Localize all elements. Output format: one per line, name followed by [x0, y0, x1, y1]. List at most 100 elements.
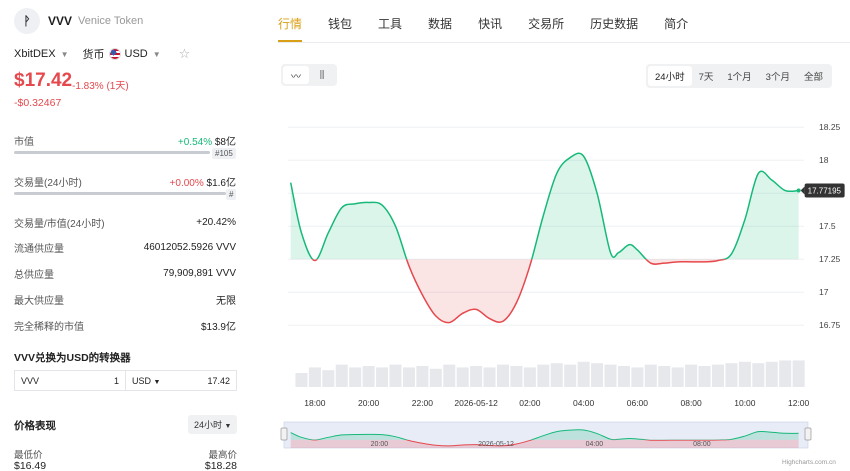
- tabs-divider: [278, 42, 850, 43]
- candlestick-chart-icon[interactable]: ⫼: [309, 66, 335, 84]
- x-tick-label: 06:00: [627, 398, 649, 408]
- range-1[interactable]: 7天: [692, 66, 721, 86]
- converter-to-amount[interactable]: 17.42: [207, 376, 230, 386]
- volume-bar: [738, 361, 751, 387]
- x-tick-label: 20:00: [358, 398, 380, 408]
- y-tick-label: 17: [819, 287, 829, 297]
- stat-value: 46012052.5926 VVV: [143, 242, 236, 253]
- current-price: $17.42: [14, 70, 73, 91]
- stat-label: 总供应量: [14, 270, 54, 281]
- y-tick-label: 16.75: [819, 320, 841, 330]
- chart-type-toggle: 〰 ⫼: [281, 64, 337, 86]
- navigator-tick-label: 04:00: [586, 441, 604, 448]
- tab-0[interactable]: 行情: [278, 0, 303, 42]
- navigator-tick-label: 08:00: [693, 441, 711, 448]
- volume-bar: [779, 360, 792, 387]
- range-3[interactable]: 3个月: [759, 66, 797, 86]
- stat-value: 无限: [216, 296, 236, 307]
- navigator-handle[interactable]: [280, 427, 288, 441]
- current-point: [796, 188, 801, 193]
- price-chart[interactable]: 16.751717.2517.517.751818.2517.7719518:0…: [278, 100, 850, 462]
- performance-title: 价格表现: [14, 420, 56, 432]
- token-symbol: VVV: [48, 14, 73, 28]
- volume-bar: [376, 367, 389, 387]
- stat-change: +0.00%: [169, 178, 204, 189]
- volume-bar: [685, 364, 698, 387]
- volume-bar: [564, 364, 577, 387]
- stat-value: $8亿: [214, 137, 236, 148]
- volume-rank-badge: #: [226, 189, 237, 200]
- volume-bar: [792, 360, 805, 387]
- volume-bar: [765, 361, 778, 387]
- volume-bar: [644, 364, 657, 387]
- tab-6[interactable]: 历史数据: [590, 0, 638, 42]
- tab-2[interactable]: 工具: [378, 0, 402, 42]
- volume-bar: [483, 367, 496, 387]
- stat-vol-mcap: 交易量/市值(24小时) +20.42%: [14, 215, 236, 230]
- high-value: $18.28: [204, 460, 237, 471]
- token-header: ᚹ VVV Venice Token: [14, 8, 143, 34]
- exchange-caret-icon[interactable]: ▼: [61, 50, 69, 59]
- stat-volume: 交易量(24小时) +0.00% $1.6亿: [14, 174, 236, 189]
- price-change-percent: -1.83% (1天): [72, 81, 129, 92]
- tab-5[interactable]: 交易所: [528, 0, 564, 42]
- volume-bar: [429, 368, 442, 387]
- tab-4[interactable]: 快讯: [478, 0, 502, 42]
- stat-value: $13.9亿: [200, 322, 236, 333]
- volume-bar: [712, 364, 724, 387]
- converter-to-symbol[interactable]: USD: [132, 376, 151, 386]
- volume-bar: [349, 367, 362, 387]
- stat-label: 交易量/市值(24小时): [14, 219, 105, 230]
- volume-bar: [510, 366, 523, 387]
- navigator-tick-label: 2026-05-12: [478, 441, 514, 448]
- chart-credits: Highcharts.com.cn: [782, 459, 836, 466]
- stat-change: +0.54%: [177, 137, 213, 148]
- tab-7[interactable]: 简介: [664, 0, 688, 42]
- converter-from-amount[interactable]: 1: [114, 376, 119, 386]
- converter-title: VVV兑换为USD的转换器: [14, 352, 131, 364]
- y-tick-label: 18.25: [819, 122, 841, 132]
- y-tick-label: 18: [819, 155, 829, 165]
- navigator-handle[interactable]: [804, 427, 812, 441]
- volume-bar: [335, 364, 348, 387]
- market-cap-bar: [14, 151, 210, 154]
- favorite-star-icon[interactable]: ☆: [179, 46, 191, 62]
- converter-from-symbol: VVV: [21, 375, 40, 386]
- low-label: 最低价: [14, 450, 43, 461]
- currency-label: 货币: [82, 49, 105, 61]
- volume-bar: [443, 364, 456, 387]
- volume-bar: [416, 366, 429, 387]
- volume-bar: [523, 367, 536, 387]
- range-0[interactable]: 24小时: [648, 66, 692, 86]
- tab-3[interactable]: 数据: [428, 0, 452, 42]
- volume-bar: [389, 364, 402, 387]
- currency-caret-icon[interactable]: ▼: [153, 50, 161, 59]
- converter-caret-icon[interactable]: ▼: [154, 379, 161, 386]
- volume-bar: [550, 363, 563, 387]
- exchange-selector[interactable]: XbitDEX: [14, 48, 56, 60]
- volume-bar: [591, 363, 604, 387]
- currency-selector[interactable]: USD: [125, 48, 148, 60]
- token-name: Venice Token: [78, 15, 144, 27]
- volume-bar: [456, 367, 469, 387]
- performance-caret-icon: ▼: [224, 423, 232, 430]
- volume-bar: [617, 366, 630, 387]
- tab-1[interactable]: 钱包: [328, 0, 352, 42]
- stat-label: 流通供应量: [14, 244, 64, 255]
- x-tick-label: 08:00: [680, 398, 702, 408]
- x-tick-label: 22:00: [412, 398, 434, 408]
- main-tabs: 行情 钱包 工具 数据 快讯 交易所 历史数据 简介: [278, 0, 714, 42]
- line-chart-icon[interactable]: 〰: [283, 66, 309, 84]
- stat-value: +20.42%: [196, 217, 236, 228]
- navigator-tick-label: 20:00: [371, 441, 389, 448]
- volume-bar: [698, 366, 711, 387]
- converter-from-field[interactable]: VVV 1: [15, 371, 126, 390]
- range-2[interactable]: 1个月: [720, 66, 758, 86]
- volume-bar: [362, 366, 375, 387]
- volume-bar: [671, 367, 684, 387]
- range-4[interactable]: 全部: [797, 66, 830, 86]
- low-value: $16.49: [14, 460, 47, 471]
- performance-period-select[interactable]: 24小时 ▼: [188, 415, 238, 434]
- stat-total-supply: 总供应量 79,909,891 VVV: [14, 266, 236, 281]
- converter-to-field[interactable]: USD ▼ 17.42: [126, 371, 236, 390]
